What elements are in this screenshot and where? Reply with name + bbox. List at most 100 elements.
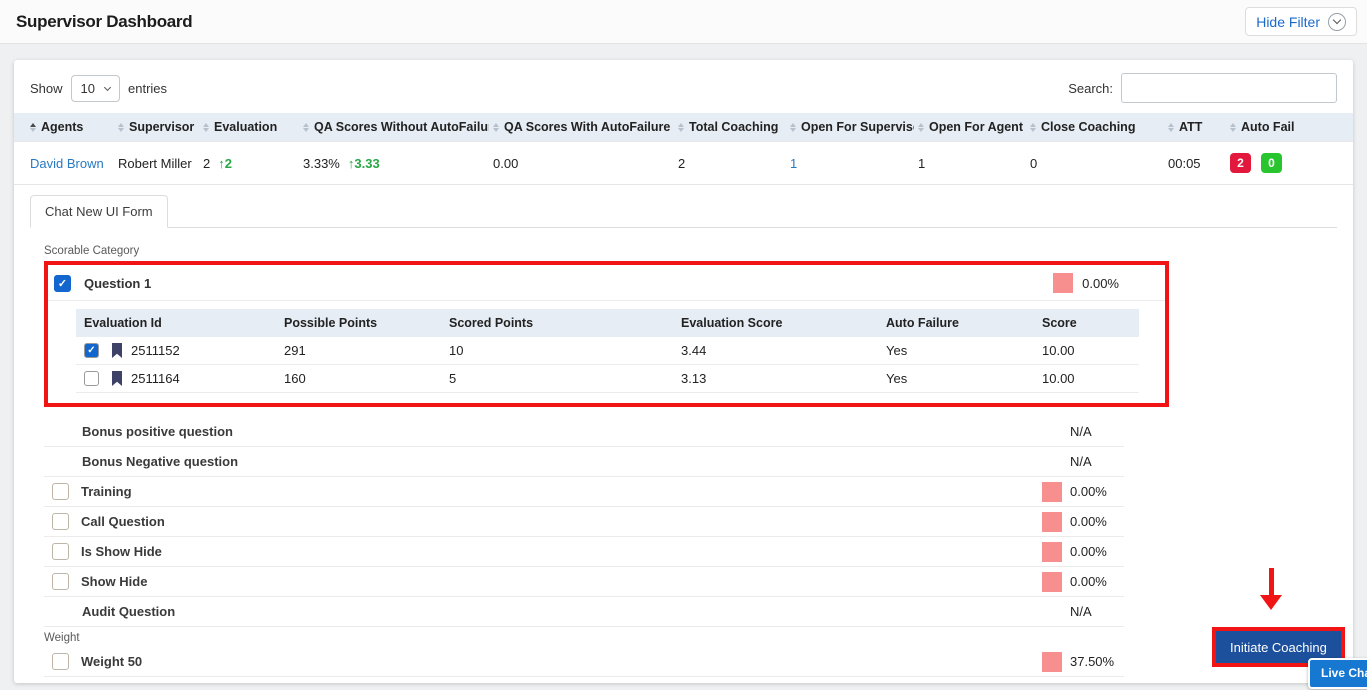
scored-points: 10: [441, 337, 673, 365]
live-chat-button[interactable]: Live Chat: [1308, 658, 1367, 689]
page-size-value: 10: [80, 80, 95, 96]
col-evaluation-id: Evaluation Id: [76, 309, 276, 337]
question-checkbox[interactable]: [52, 513, 69, 530]
question-label: Bonus positive question: [82, 424, 233, 439]
supervisor-name: Robert Miller: [114, 141, 199, 185]
question-label: Bonus Negative question: [82, 454, 239, 469]
question-label: Call Question: [81, 514, 165, 529]
qa-without-cell: 3.33% ↑3.33: [299, 141, 489, 185]
col-qa-with-autofailure[interactable]: QA Scores With AutoFailure: [489, 113, 674, 142]
search-control: Search:: [1068, 73, 1337, 103]
col-open-for-supervisor[interactable]: Open For Supervisor: [786, 113, 914, 142]
agents-table: Agents Supervisor Evaluation QA Scores W…: [14, 113, 1353, 185]
entries-label: entries: [128, 80, 168, 96]
col-label: Evaluation: [214, 120, 278, 134]
col-close-coaching[interactable]: Close Coaching: [1026, 113, 1164, 142]
question-value: 37.50%: [1070, 654, 1115, 669]
evaluation-checkbox[interactable]: [84, 371, 99, 386]
table-controls: Show 10 entries Search:: [14, 60, 1353, 113]
question-1-label: Question 1: [84, 275, 152, 291]
col-total-coaching[interactable]: Total Coaching: [674, 113, 786, 142]
question-1-score: 0.00%: [1082, 275, 1119, 291]
chevron-down-circle-icon[interactable]: [1328, 12, 1346, 31]
question-checkbox[interactable]: [52, 543, 69, 560]
question-row-audit-question: Audit Question N/A: [44, 597, 1124, 627]
evaluations-table: Evaluation Id Possible Points Scored Poi…: [76, 309, 1139, 393]
search-label: Search:: [1068, 80, 1113, 96]
question-value: 0.00%: [1070, 544, 1107, 559]
tab-chat-new-ui-form[interactable]: Chat New UI Form: [30, 195, 168, 228]
question-label: Training: [81, 484, 132, 499]
col-open-for-agent[interactable]: Open For Agent: [914, 113, 1026, 142]
pass-badge: 0: [1261, 153, 1282, 173]
hide-filter-label: Hide Filter: [1256, 13, 1320, 30]
auto-failure: Yes: [878, 364, 1034, 393]
score: 10.00: [1034, 337, 1139, 365]
col-evaluation-score: Evaluation Score: [673, 309, 878, 337]
question-value: 0.00%: [1070, 514, 1107, 529]
sort-icon: [118, 122, 124, 133]
sort-icon: [30, 122, 36, 133]
score-swatch: [1042, 541, 1062, 562]
score-swatch: [1042, 481, 1062, 502]
sort-icon: [1030, 122, 1036, 133]
score-swatch: [1042, 651, 1062, 672]
question-value: 0.00%: [1070, 484, 1107, 499]
question-checkbox[interactable]: [52, 653, 69, 670]
col-label: ATT: [1179, 120, 1203, 134]
col-label: Total Coaching: [689, 120, 779, 134]
question-value: N/A: [1070, 604, 1092, 619]
question-row-bonus-positive: Bonus positive question N/A: [44, 417, 1124, 447]
agents-header-row: Agents Supervisor Evaluation QA Scores W…: [14, 113, 1353, 142]
agent-name-link[interactable]: David Brown: [30, 156, 104, 171]
close-coaching-cell: 0: [1026, 141, 1164, 185]
search-input[interactable]: [1121, 73, 1337, 103]
col-qa-without-autofailure[interactable]: QA Scores Without AutoFailure: [299, 113, 489, 142]
question-value: 0.00%: [1070, 574, 1107, 589]
question-row-is-show-hide: Is Show Hide 0.00%: [44, 537, 1124, 567]
evaluation-id-link[interactable]: 2511152: [131, 343, 180, 358]
evaluation-id-link[interactable]: 2511164: [131, 371, 180, 386]
question-row-call-question: Call Question 0.00%: [44, 507, 1124, 537]
sort-icon: [918, 122, 924, 133]
check-icon: ✓: [57, 277, 68, 290]
bookmark-icon: [111, 343, 123, 358]
col-label: Open For Agent: [929, 120, 1023, 134]
question-label: Audit Question: [82, 604, 176, 619]
col-label: Agents: [41, 120, 84, 134]
question-checkbox[interactable]: [52, 573, 69, 590]
col-evaluation[interactable]: Evaluation: [199, 113, 299, 142]
sort-icon: [678, 122, 684, 133]
col-label: Open For Supervisor: [801, 120, 914, 134]
question-1-checkbox[interactable]: ✓: [54, 274, 71, 292]
page-size-select[interactable]: 10: [70, 74, 120, 102]
col-agents[interactable]: Agents: [14, 113, 114, 142]
sort-icon: [493, 122, 499, 133]
question-checkbox[interactable]: [52, 483, 69, 500]
score-swatch: [1042, 571, 1062, 592]
chevron-down-icon: [103, 83, 112, 91]
open-for-supervisor-link[interactable]: 1: [790, 156, 797, 171]
highlighted-region: ✓ Question 1 0.00% Evaluation Id Possibl…: [44, 261, 1169, 407]
col-auto-fail[interactable]: Auto Fail: [1226, 113, 1353, 142]
question-row-weight-50: Weight 50 37.50%: [44, 647, 1124, 677]
question-value: N/A: [1070, 454, 1092, 469]
hide-filter-button[interactable]: Hide Filter: [1245, 7, 1357, 36]
question-row-training: Training 0.00%: [44, 477, 1124, 507]
col-label: Auto Fail: [1241, 120, 1295, 134]
tab-bar: Chat New UI Form: [30, 195, 1337, 228]
agent-row: David Brown Robert Miller 2 ↑2 3.33% ↑3.33…: [14, 141, 1353, 185]
sort-icon: [790, 122, 796, 133]
col-auto-failure: Auto Failure: [878, 309, 1034, 337]
evaluation-checkbox[interactable]: ✓: [84, 343, 99, 358]
auto-fail-badge: 2: [1230, 153, 1251, 173]
scorable-category-label: Scorable Category: [44, 245, 140, 257]
evaluation-cell: 2 ↑2: [199, 141, 299, 185]
col-label: Close Coaching: [1041, 120, 1136, 134]
show-label: Show: [30, 80, 63, 96]
possible-points: 291: [276, 337, 441, 365]
col-possible-points: Possible Points: [276, 309, 441, 337]
col-supervisor[interactable]: Supervisor: [114, 113, 199, 142]
col-att[interactable]: ATT: [1164, 113, 1226, 142]
col-scored-points: Scored Points: [441, 309, 673, 337]
